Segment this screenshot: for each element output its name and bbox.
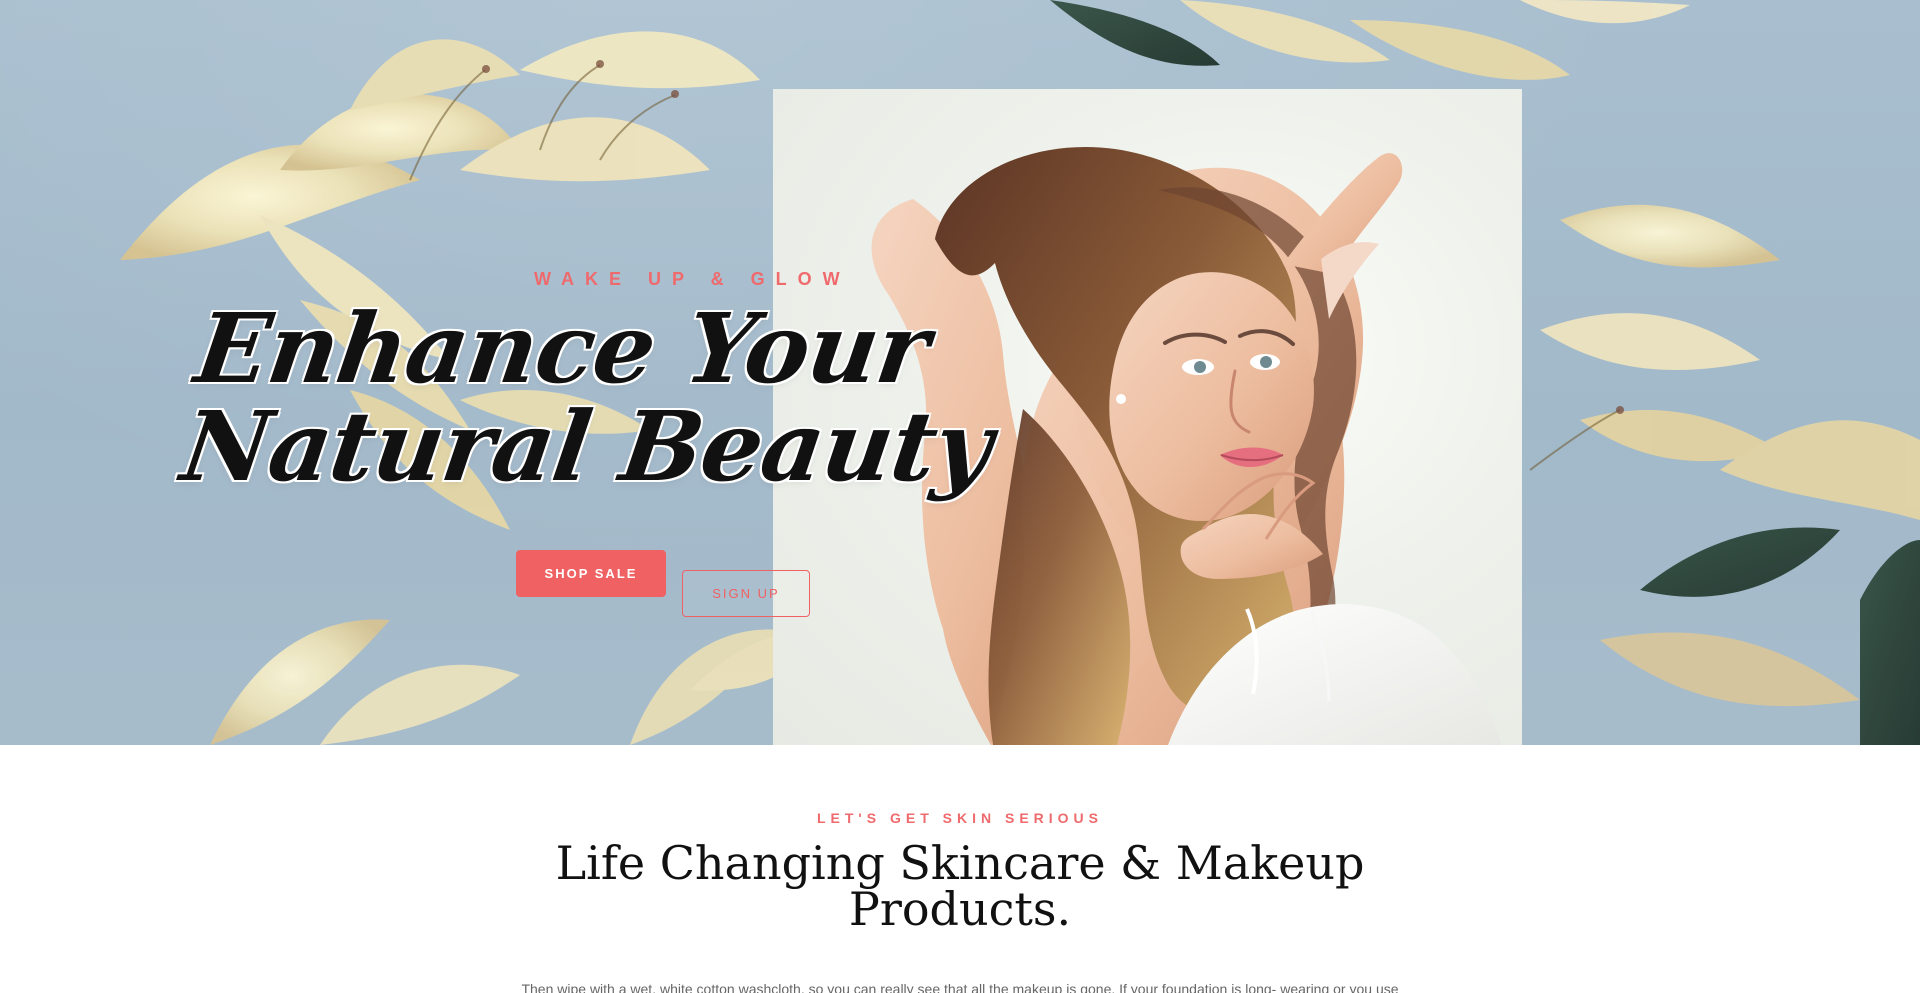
web-page: WAKE UP & GLOW Enhance Your Natural Beau… xyxy=(0,0,1920,993)
skincare-intro-section: LET'S GET SKIN SERIOUS Life Changing Ski… xyxy=(0,745,1920,993)
hero-title-line-2: Natural Beauty xyxy=(175,390,999,503)
hero-banner: WAKE UP & GLOW Enhance Your Natural Beau… xyxy=(0,0,1920,745)
intro-body-text: Then wipe with a wet, white cotton washc… xyxy=(521,981,1399,993)
sign-up-button[interactable]: SIGN UP xyxy=(682,570,810,617)
shop-sale-button[interactable]: SHOP SALE xyxy=(516,550,666,597)
hero-title-line-1: Enhance Your xyxy=(189,292,936,405)
intro-eyebrow: LET'S GET SKIN SERIOUS xyxy=(816,810,1104,826)
hero-eyebrow: WAKE UP & GLOW xyxy=(534,269,851,289)
intro-title: Life Changing Skincare & Makeup Products… xyxy=(555,836,1365,936)
hero-title: Enhance Your Natural Beauty xyxy=(175,292,999,503)
